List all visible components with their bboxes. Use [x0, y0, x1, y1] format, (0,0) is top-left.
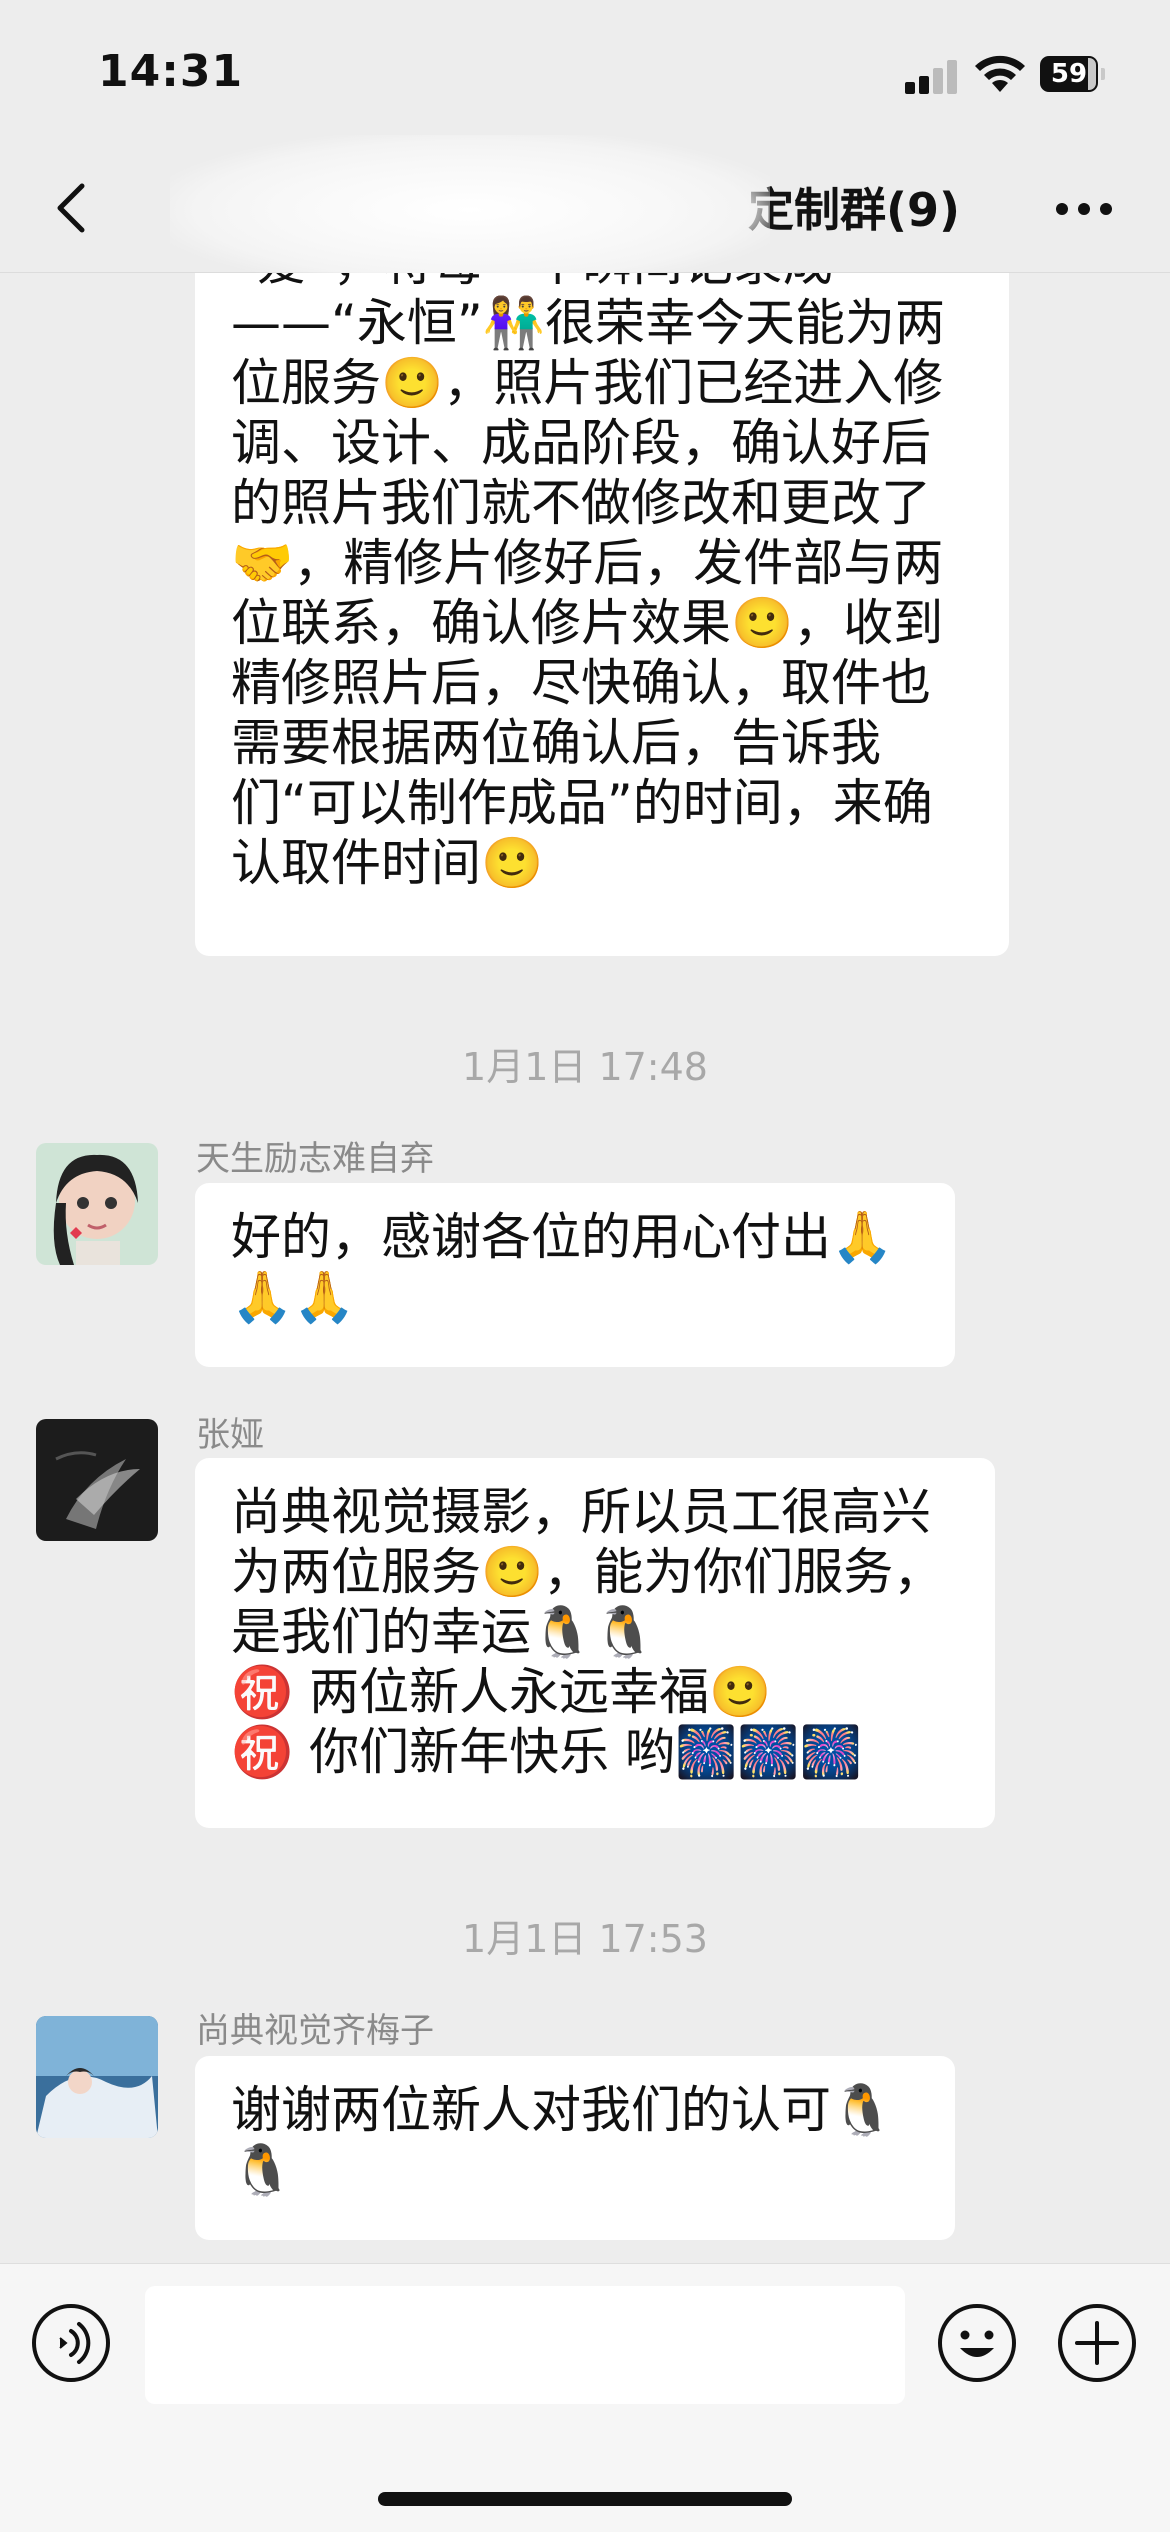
message-text: 谢谢两位新人对我们的认可🐧🐧 — [231, 2081, 894, 2199]
message-bubble[interactable]: 谢谢两位新人对我们的认可🐧🐧 — [195, 2056, 955, 2240]
timestamp: 1月1日 17:53 — [462, 1917, 708, 1961]
message-text: “爱”，将每一个瞬间记录成——“永恒”👫很荣幸今天能为两位服务🙂，照片我们已经进… — [231, 273, 946, 892]
timestamp: 1月1日 17:48 — [462, 1045, 708, 1089]
wifi-icon — [975, 55, 1025, 92]
chat-screen: 14:31 59 定制群(9) “爱”，将每一个瞬间记录成 — [0, 0, 1170, 2532]
message-bubble[interactable]: 尚典视觉摄影，所以员工很高兴为两位服务🙂，能为你们服务，是我们的幸运🐧🐧 ㊗️ … — [195, 1458, 995, 1828]
sender-name: 张娅 — [196, 1415, 264, 1455]
sender-name: 尚典视觉齐梅子 — [196, 2011, 434, 2051]
redaction-blur — [170, 135, 770, 285]
message-line: ㊗️ 两位新人永远幸福🙂 — [231, 1663, 772, 1721]
message-bubble[interactable]: “爱”，将每一个瞬间记录成——“永恒”👫很荣幸今天能为两位服务🙂，照片我们已经进… — [195, 273, 1009, 956]
avatar[interactable] — [36, 1419, 158, 1541]
message-input[interactable] — [145, 2286, 905, 2404]
message-text: 好的，感谢各位的用心付出🙏🙏🙏 — [231, 1208, 894, 1326]
home-indicator — [378, 2492, 792, 2506]
cellular-signal-icon — [905, 60, 961, 94]
sender-name: 天生励志难自弃 — [196, 1139, 434, 1179]
battery-level: 59 — [1050, 59, 1088, 89]
back-icon[interactable] — [44, 178, 104, 238]
message-bubble[interactable]: 好的，感谢各位的用心付出🙏🙏🙏 — [195, 1183, 955, 1367]
message-line: ㊗️ 你们新年快乐 哟🎆🎆🎆 — [231, 1723, 862, 1781]
status-bar: 14:31 59 — [0, 0, 1170, 150]
message-list: “爱”，将每一个瞬间记录成——“永恒”👫很荣幸今天能为两位服务🙂，照片我们已经进… — [0, 273, 1170, 2263]
emoji-icon[interactable] — [936, 2302, 1018, 2384]
more-icon[interactable] — [1056, 203, 1112, 217]
status-time: 14:31 — [98, 46, 244, 97]
voice-icon[interactable] — [30, 2302, 112, 2384]
avatar[interactable] — [36, 2016, 158, 2138]
message-line: 尚典视觉摄影，所以员工很高兴为两位服务🙂，能为你们服务，是我们的幸运🐧🐧 — [231, 1483, 944, 1661]
battery-icon: 59 — [1040, 56, 1106, 92]
plus-icon[interactable] — [1056, 2302, 1138, 2384]
avatar[interactable] — [36, 1143, 158, 1265]
